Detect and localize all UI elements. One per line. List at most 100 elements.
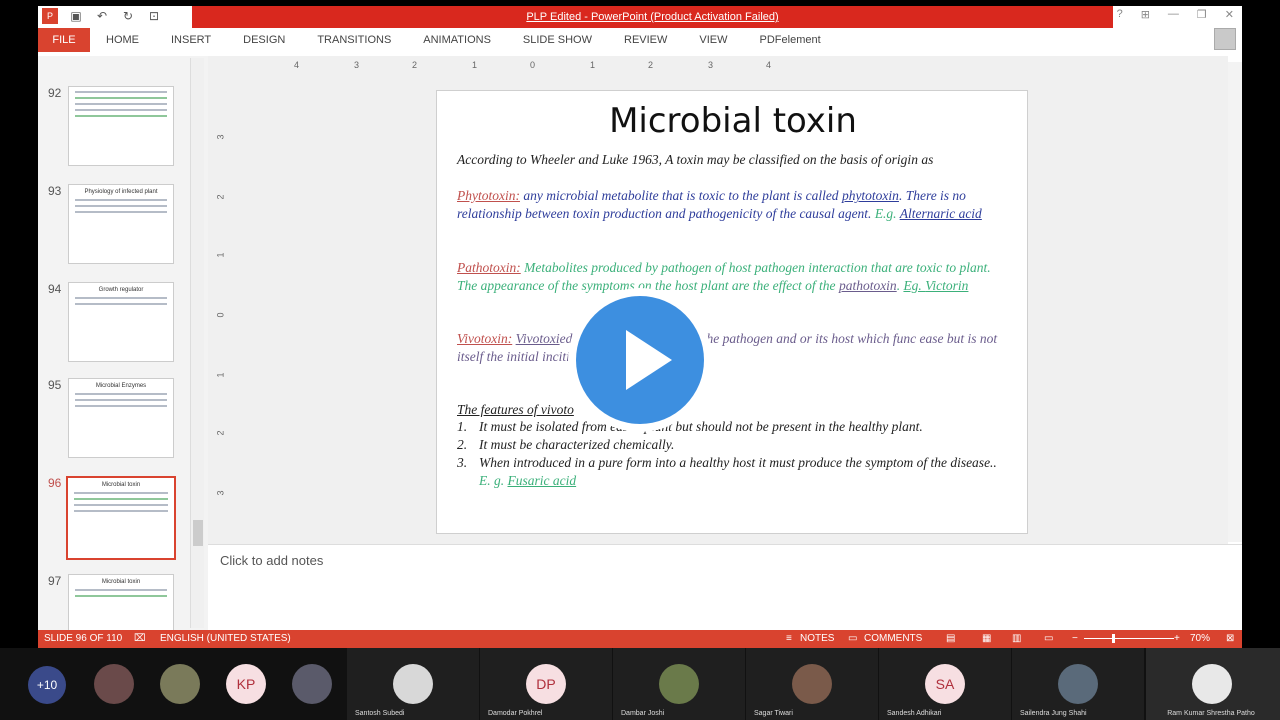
notes-button[interactable]: NOTES bbox=[800, 633, 834, 644]
spell-check-icon[interactable]: ⌧ bbox=[134, 633, 146, 644]
phytotoxin-example: Alternaric acid bbox=[899, 206, 982, 221]
intro-text: According to Wheeler and Luke 1963, A to… bbox=[457, 152, 934, 167]
thumbnail-number: 94 bbox=[48, 282, 62, 296]
features-heading-row: The features of vivoto bbox=[457, 401, 1007, 419]
normal-view-icon[interactable]: ▤ bbox=[946, 633, 955, 644]
tab-review[interactable]: REVIEW bbox=[624, 34, 683, 46]
participant-avatar: SA bbox=[925, 664, 965, 704]
ribbon-display-icon[interactable]: ⊞ bbox=[1141, 8, 1150, 21]
thumbnail-number: 95 bbox=[48, 378, 62, 392]
participant-tile-active[interactable]: Ram Kumar Shrestha Patho bbox=[1146, 648, 1280, 720]
ruler-tick: 4 bbox=[294, 60, 300, 70]
zoom-slider[interactable] bbox=[1084, 638, 1174, 639]
horizontal-ruler: 4 3 2 1 0 1 2 3 4 bbox=[268, 60, 1032, 72]
vivotoxin-paragraph: Vivotoxin: Vivotoxied in the infected pl… bbox=[457, 330, 1007, 366]
zoom-in-icon[interactable]: + bbox=[1174, 633, 1180, 644]
list-item: 1. It must be isolated from eased plant b… bbox=[457, 418, 1007, 436]
participant-avatar bbox=[1058, 664, 1098, 704]
tab-home[interactable]: HOME bbox=[106, 34, 155, 46]
play-button[interactable] bbox=[568, 288, 712, 432]
scrollbar-thumb[interactable] bbox=[193, 520, 203, 546]
pathotoxin-paragraph: Pathotoxin: Metabolites produced by path… bbox=[457, 259, 1007, 295]
participant-avatar bbox=[1192, 664, 1232, 704]
tab-insert[interactable]: INSERT bbox=[171, 34, 227, 46]
tab-view[interactable]: VIEW bbox=[699, 34, 743, 46]
participant-avatar bbox=[792, 664, 832, 704]
comments-icon[interactable]: ▭ bbox=[848, 633, 857, 644]
slide-counter: SLIDE 96 OF 110 bbox=[44, 633, 123, 644]
comments-button[interactable]: COMMENTS bbox=[864, 633, 922, 644]
tab-file[interactable]: FILE bbox=[38, 28, 90, 52]
help-icon[interactable]: ? bbox=[1117, 8, 1123, 21]
participant-avatar[interactable] bbox=[160, 664, 200, 704]
window-controls: ? ⊞ — ❐ ✕ bbox=[1117, 8, 1234, 21]
slide-scrollbar[interactable] bbox=[1228, 62, 1242, 542]
title-bar: P ▣ ↶ ↻ ⊡ PLP Edited - PowerPoint (Produ… bbox=[38, 6, 1242, 28]
ruler-tick: 1 bbox=[215, 252, 226, 258]
save-icon[interactable]: ▣ bbox=[68, 8, 84, 24]
feature-example: Fusaric acid bbox=[507, 473, 577, 488]
notes-icon[interactable]: ≡ bbox=[786, 633, 792, 644]
thumbnail-title: Microbial Enzymes bbox=[95, 383, 147, 389]
list-text: It must be characterized chemically. bbox=[479, 437, 675, 452]
fit-to-window-icon[interactable]: ⊠ bbox=[1226, 633, 1234, 644]
minimize-icon[interactable]: — bbox=[1168, 8, 1179, 21]
phytotoxin-text: any microbial metabolite that is toxic t… bbox=[519, 188, 842, 203]
phytotoxin-paragraph: Phytotoxin: any microbial metabolite tha… bbox=[457, 187, 1007, 223]
thumbnail-preview[interactable] bbox=[68, 86, 174, 166]
ruler-tick: 2 bbox=[215, 194, 226, 200]
participant-tile[interactable]: Dambar Joshi bbox=[613, 648, 745, 720]
participant-name: Dambar Joshi bbox=[621, 710, 665, 717]
reading-view-icon[interactable]: ▥ bbox=[1012, 633, 1021, 644]
tab-animations[interactable]: ANIMATIONS bbox=[423, 34, 507, 46]
zoom-out-icon[interactable]: − bbox=[1072, 633, 1078, 644]
participants-strip: +10 KP Santosh Subedi DP Damodar Pokhrel… bbox=[0, 648, 1280, 720]
play-icon bbox=[626, 330, 672, 390]
close-icon[interactable]: ✕ bbox=[1225, 8, 1234, 21]
thumbnail-preview-selected[interactable]: Microbial toxin bbox=[66, 476, 176, 560]
participant-tile[interactable]: Sailendra Jung Shahi bbox=[1012, 648, 1144, 720]
participant-avatar[interactable] bbox=[94, 664, 134, 704]
participant-name: Santosh Subedi bbox=[355, 710, 405, 717]
user-account-icon[interactable] bbox=[1214, 28, 1236, 50]
undo-icon[interactable]: ↶ bbox=[94, 8, 110, 24]
list-item: 3. When introduced in a pure form into a … bbox=[457, 454, 1007, 490]
participant-tile[interactable]: Santosh Subedi bbox=[347, 648, 479, 720]
thumbnail-preview[interactable]: Growth regulator bbox=[68, 282, 174, 362]
thumbnail-preview[interactable]: Microbial toxin bbox=[68, 574, 174, 630]
thumbnail-preview[interactable]: Physiology of infected plant bbox=[68, 184, 174, 264]
thumbnail-number: 92 bbox=[48, 86, 62, 100]
list-text-wrap: When introduced in a pure form into a he… bbox=[479, 454, 1007, 490]
participant-tile[interactable]: Sagar Tiwari bbox=[746, 648, 878, 720]
restore-icon[interactable]: ❐ bbox=[1197, 8, 1207, 21]
tab-design[interactable]: DESIGN bbox=[243, 34, 301, 46]
tab-transitions[interactable]: TRANSITIONS bbox=[317, 34, 407, 46]
notes-placeholder[interactable]: Click to add notes bbox=[220, 553, 323, 568]
participant-tile[interactable]: SA Sandesh Adhikari bbox=[879, 648, 1011, 720]
thumbnail-title: Physiology of infected plant bbox=[84, 189, 158, 195]
quick-access-toolbar: P ▣ ↶ ↻ ⊡ bbox=[42, 8, 162, 24]
language-indicator[interactable]: ENGLISH (UNITED STATES) bbox=[160, 633, 291, 644]
more-participants-button[interactable]: +10 bbox=[28, 666, 66, 704]
zoom-slider-handle[interactable] bbox=[1112, 634, 1115, 643]
zoom-level[interactable]: 70% bbox=[1190, 633, 1210, 644]
slide-canvas[interactable]: Microbial toxin According to Wheeler and… bbox=[436, 90, 1028, 534]
powerpoint-logo-icon: P bbox=[42, 8, 58, 24]
tab-pdfelement[interactable]: PDFelement bbox=[760, 34, 837, 46]
phytotoxin-word: phytotoxin bbox=[841, 188, 899, 203]
thumbnail-preview[interactable]: Microbial Enzymes bbox=[68, 378, 174, 458]
slide-title[interactable]: Microbial toxin bbox=[437, 101, 1029, 141]
start-from-beginning-icon[interactable]: ⊡ bbox=[146, 8, 162, 24]
slideshow-icon[interactable]: ▭ bbox=[1044, 633, 1053, 644]
participant-avatar[interactable]: KP bbox=[226, 664, 266, 704]
redo-icon[interactable]: ↻ bbox=[120, 8, 136, 24]
tab-slide-show[interactable]: SLIDE SHOW bbox=[523, 34, 608, 46]
thumbnail-scrollbar[interactable] bbox=[190, 58, 204, 628]
participant-tile[interactable]: DP Damodar Pokhrel bbox=[480, 648, 612, 720]
slide-intro: According to Wheeler and Luke 1963, A to… bbox=[457, 151, 1007, 169]
slide-sorter-icon[interactable]: ▦ bbox=[982, 633, 991, 644]
ruler-tick: 0 bbox=[215, 312, 226, 318]
feature-eg: E. g. bbox=[479, 473, 508, 488]
participant-avatar[interactable] bbox=[292, 664, 332, 704]
notes-pane[interactable]: Click to add notes bbox=[208, 544, 1242, 630]
